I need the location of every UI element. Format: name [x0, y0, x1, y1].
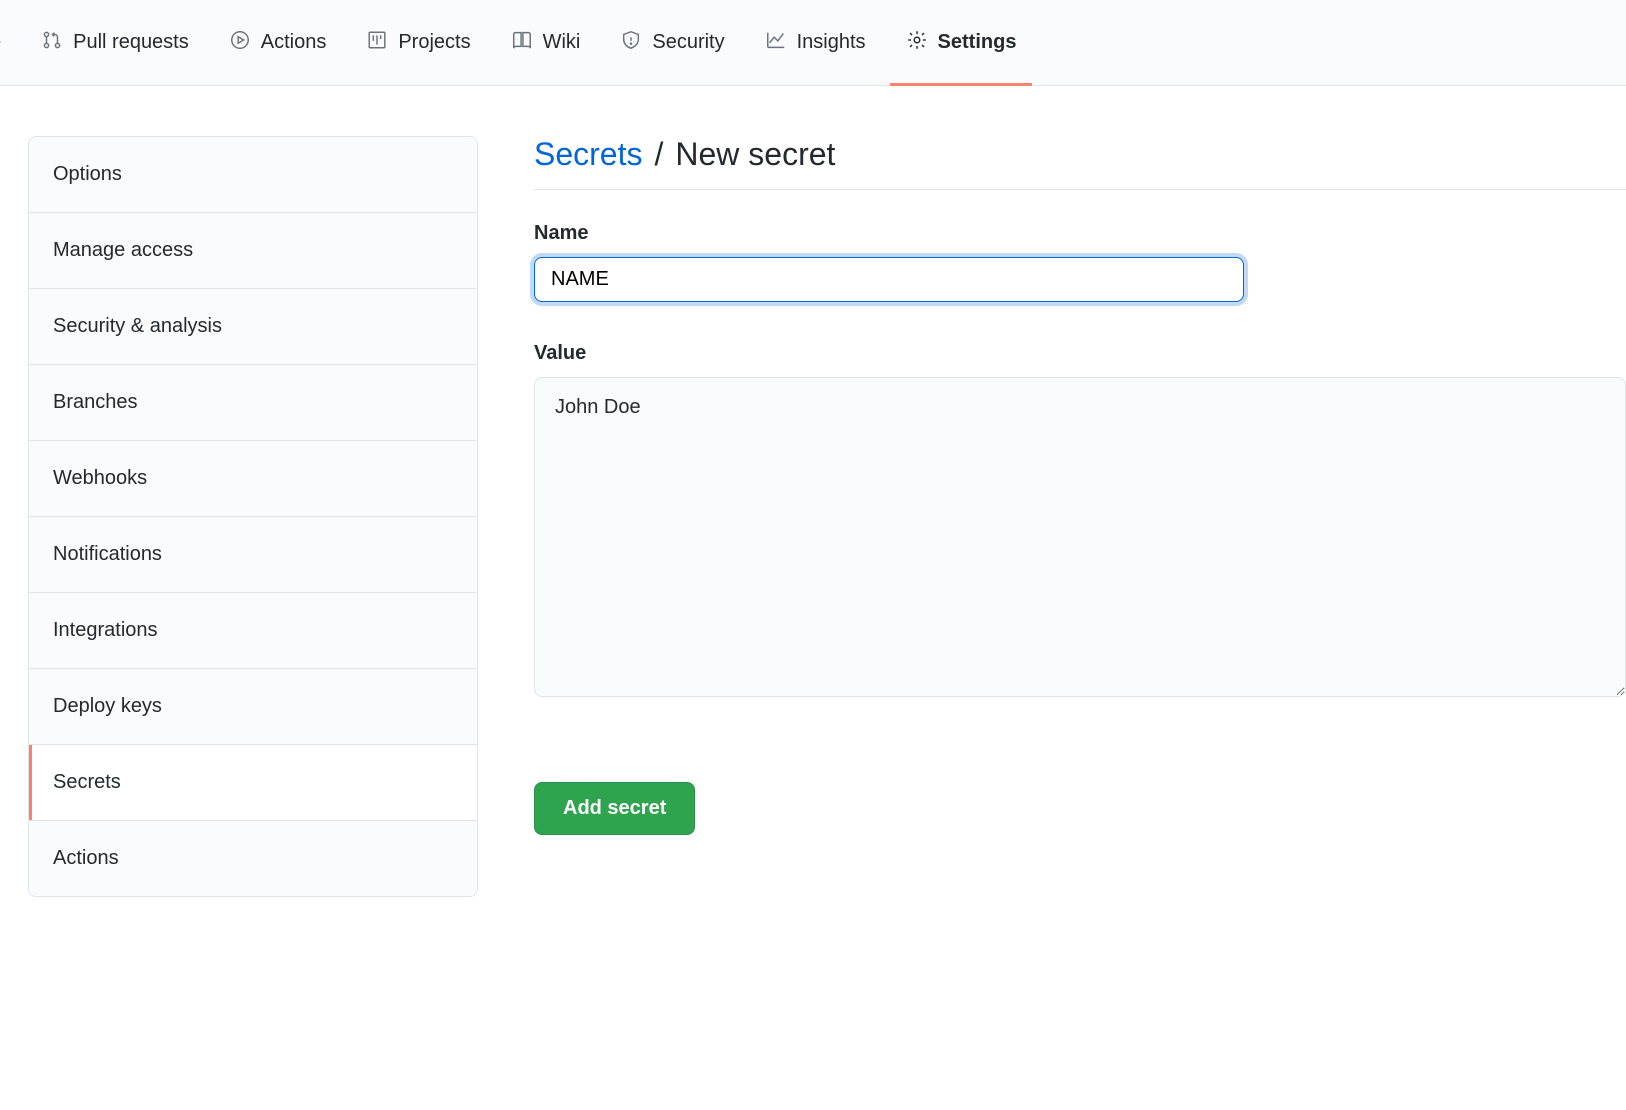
nav-insights[interactable]: Insights: [765, 1, 866, 85]
nav-label: Actions: [261, 31, 327, 54]
sidebar-item-security-analysis[interactable]: Security & analysis: [29, 289, 477, 365]
sidebar-item-label: Actions: [53, 847, 119, 869]
nav-settings[interactable]: Settings: [906, 1, 1017, 85]
name-label: Name: [534, 222, 1626, 245]
secret-value-textarea[interactable]: [534, 377, 1626, 697]
sidebar-item-notifications[interactable]: Notifications: [29, 517, 477, 593]
breadcrumb-separator: /: [654, 136, 663, 173]
graph-icon: [765, 29, 787, 57]
shield-icon: [620, 29, 642, 57]
play-icon: [229, 29, 251, 57]
sidebar-item-secrets[interactable]: Secrets: [29, 745, 477, 821]
nav-label: Wiki: [543, 31, 581, 54]
nav-partial-prev[interactable]: e: [0, 1, 1, 85]
sidebar-item-deploy-keys[interactable]: Deploy keys: [29, 669, 477, 745]
sidebar-item-label: Notifications: [53, 543, 162, 565]
breadcrumb: Secrets / New secret: [534, 136, 1626, 190]
sidebar-item-actions[interactable]: Actions: [29, 821, 477, 896]
nav-actions[interactable]: Actions: [229, 1, 327, 85]
value-field-group: Value: [534, 342, 1626, 702]
nav-projects[interactable]: Projects: [366, 1, 470, 85]
repo-nav: e Pull requests Actions Projects Wiki Se…: [0, 0, 1626, 86]
sidebar-item-manage-access[interactable]: Manage access: [29, 213, 477, 289]
nav-pull-requests[interactable]: Pull requests: [41, 1, 189, 85]
project-icon: [366, 29, 388, 57]
nav-wiki[interactable]: Wiki: [511, 1, 581, 85]
sidebar-item-integrations[interactable]: Integrations: [29, 593, 477, 669]
nav-label: Projects: [398, 31, 470, 54]
settings-sidebar: Options Manage access Security & analysi…: [28, 136, 478, 897]
nav-security[interactable]: Security: [620, 1, 724, 85]
nav-label: Pull requests: [73, 31, 189, 54]
git-pull-request-icon: [41, 29, 63, 57]
nav-label: Settings: [938, 31, 1017, 54]
sidebar-item-label: Webhooks: [53, 467, 147, 489]
add-secret-button[interactable]: Add secret: [534, 782, 695, 835]
sidebar-item-branches[interactable]: Branches: [29, 365, 477, 441]
sidebar-item-options[interactable]: Options: [29, 137, 477, 213]
sidebar-item-label: Secrets: [53, 771, 121, 793]
name-field-group: Name: [534, 222, 1626, 302]
nav-label: e: [0, 31, 1, 54]
breadcrumb-parent[interactable]: Secrets: [534, 136, 642, 173]
secret-name-input[interactable]: [534, 257, 1244, 302]
main-content: Secrets / New secret Name Value Add secr…: [534, 136, 1626, 897]
sidebar-item-label: Branches: [53, 391, 138, 413]
book-icon: [511, 29, 533, 57]
gear-icon: [906, 29, 928, 57]
sidebar-item-label: Options: [53, 163, 122, 185]
nav-label: Security: [652, 31, 724, 54]
sidebar-item-label: Deploy keys: [53, 695, 162, 717]
sidebar-item-label: Manage access: [53, 239, 193, 261]
value-label: Value: [534, 342, 1626, 365]
breadcrumb-current: New secret: [675, 136, 835, 173]
sidebar-item-label: Security & analysis: [53, 315, 222, 337]
nav-label: Insights: [797, 31, 866, 54]
sidebar-item-label: Integrations: [53, 619, 158, 641]
sidebar-item-webhooks[interactable]: Webhooks: [29, 441, 477, 517]
